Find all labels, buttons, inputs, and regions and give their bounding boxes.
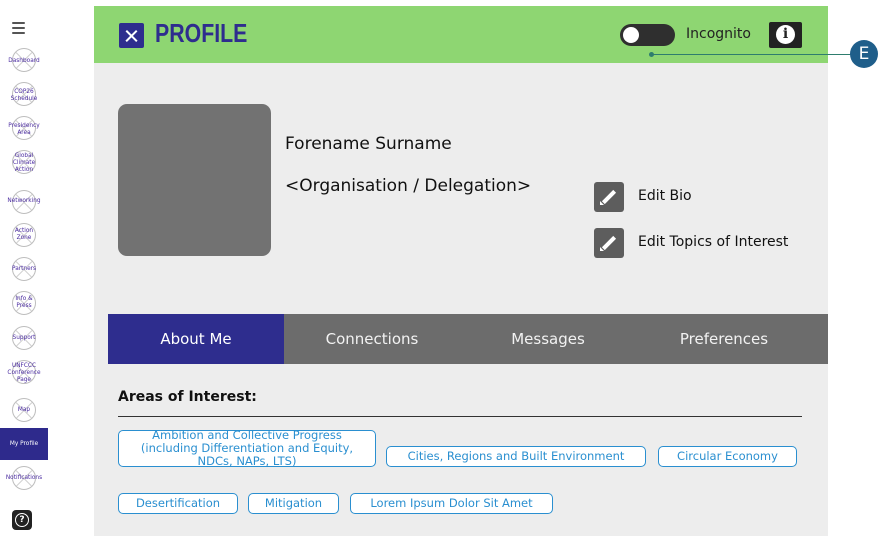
sidebar-item-dashboard[interactable]: Dashboard [0, 48, 48, 78]
profile-tabs: About Me Connections Messages Preference… [108, 314, 828, 364]
sidebar-item-partners[interactable]: Partners [0, 257, 48, 287]
help-button[interactable]: ? [12, 510, 32, 530]
edit-topics-label: Edit Topics of Interest [638, 234, 789, 250]
close-icon[interactable] [119, 23, 144, 48]
sidebar-item-info-press[interactable]: Info & Press [0, 291, 48, 321]
pencil-icon [594, 182, 624, 212]
profile-name: Forename Surname [285, 134, 452, 154]
sidebar: Dashboard COP26 Schedule Presidency Area… [0, 0, 48, 536]
interest-chip[interactable]: Circular Economy [658, 446, 797, 467]
avatar[interactable] [118, 104, 271, 256]
tab-preferences[interactable]: Preferences [636, 314, 812, 364]
areas-of-interest-heading: Areas of Interest: [118, 389, 257, 405]
sidebar-item-schedule[interactable]: COP26 Schedule [0, 82, 48, 112]
divider [118, 416, 802, 417]
hamburger-menu-icon[interactable] [12, 22, 32, 36]
sidebar-item-presidency[interactable]: Presidency Area [0, 116, 48, 146]
tab-about-me[interactable]: About Me [108, 314, 284, 364]
info-button[interactable]: i [769, 22, 802, 48]
tab-connections[interactable]: Connections [284, 314, 460, 364]
toggle-knob [623, 27, 639, 43]
sidebar-item-global-climate-action[interactable]: Global Climate Action [0, 150, 48, 182]
sidebar-item-unfccc-conference-page[interactable]: UNFCCC Conference Page [0, 360, 48, 392]
interest-chip[interactable]: Cities, Regions and Built Environment [386, 446, 646, 467]
interest-chip[interactable]: Ambition and Collective Progress (includ… [118, 429, 376, 468]
incognito-toggle[interactable] [620, 24, 675, 46]
profile-panel: PROFILE Incognito i Forename Surname <Or… [94, 6, 828, 536]
incognito-label: Incognito [686, 26, 751, 42]
interest-chip[interactable]: Lorem Ipsum Dolor Sit Amet [350, 493, 553, 514]
sidebar-item-networking[interactable]: Networking [0, 190, 48, 220]
interest-chip[interactable]: Mitigation [248, 493, 339, 514]
annotation-marker: E [850, 40, 878, 68]
sidebar-item-action-zone[interactable]: Action Zone [0, 223, 48, 253]
profile-organisation: <Organisation / Delegation> [285, 176, 532, 196]
sidebar-item-support[interactable]: Support [0, 326, 48, 356]
interest-chip[interactable]: Desertification [118, 493, 238, 514]
marker-line [651, 54, 853, 56]
question-icon: ? [15, 513, 29, 527]
edit-bio-label: Edit Bio [638, 188, 692, 204]
sidebar-item-notifications[interactable]: Notifications [0, 466, 48, 496]
tab-messages[interactable]: Messages [460, 314, 636, 364]
pencil-icon [594, 228, 624, 258]
sidebar-item-my-profile[interactable]: My Profile [0, 428, 48, 460]
page-title: PROFILE [155, 18, 248, 48]
sidebar-item-map[interactable]: Map [0, 398, 48, 428]
info-icon: i [776, 25, 795, 44]
